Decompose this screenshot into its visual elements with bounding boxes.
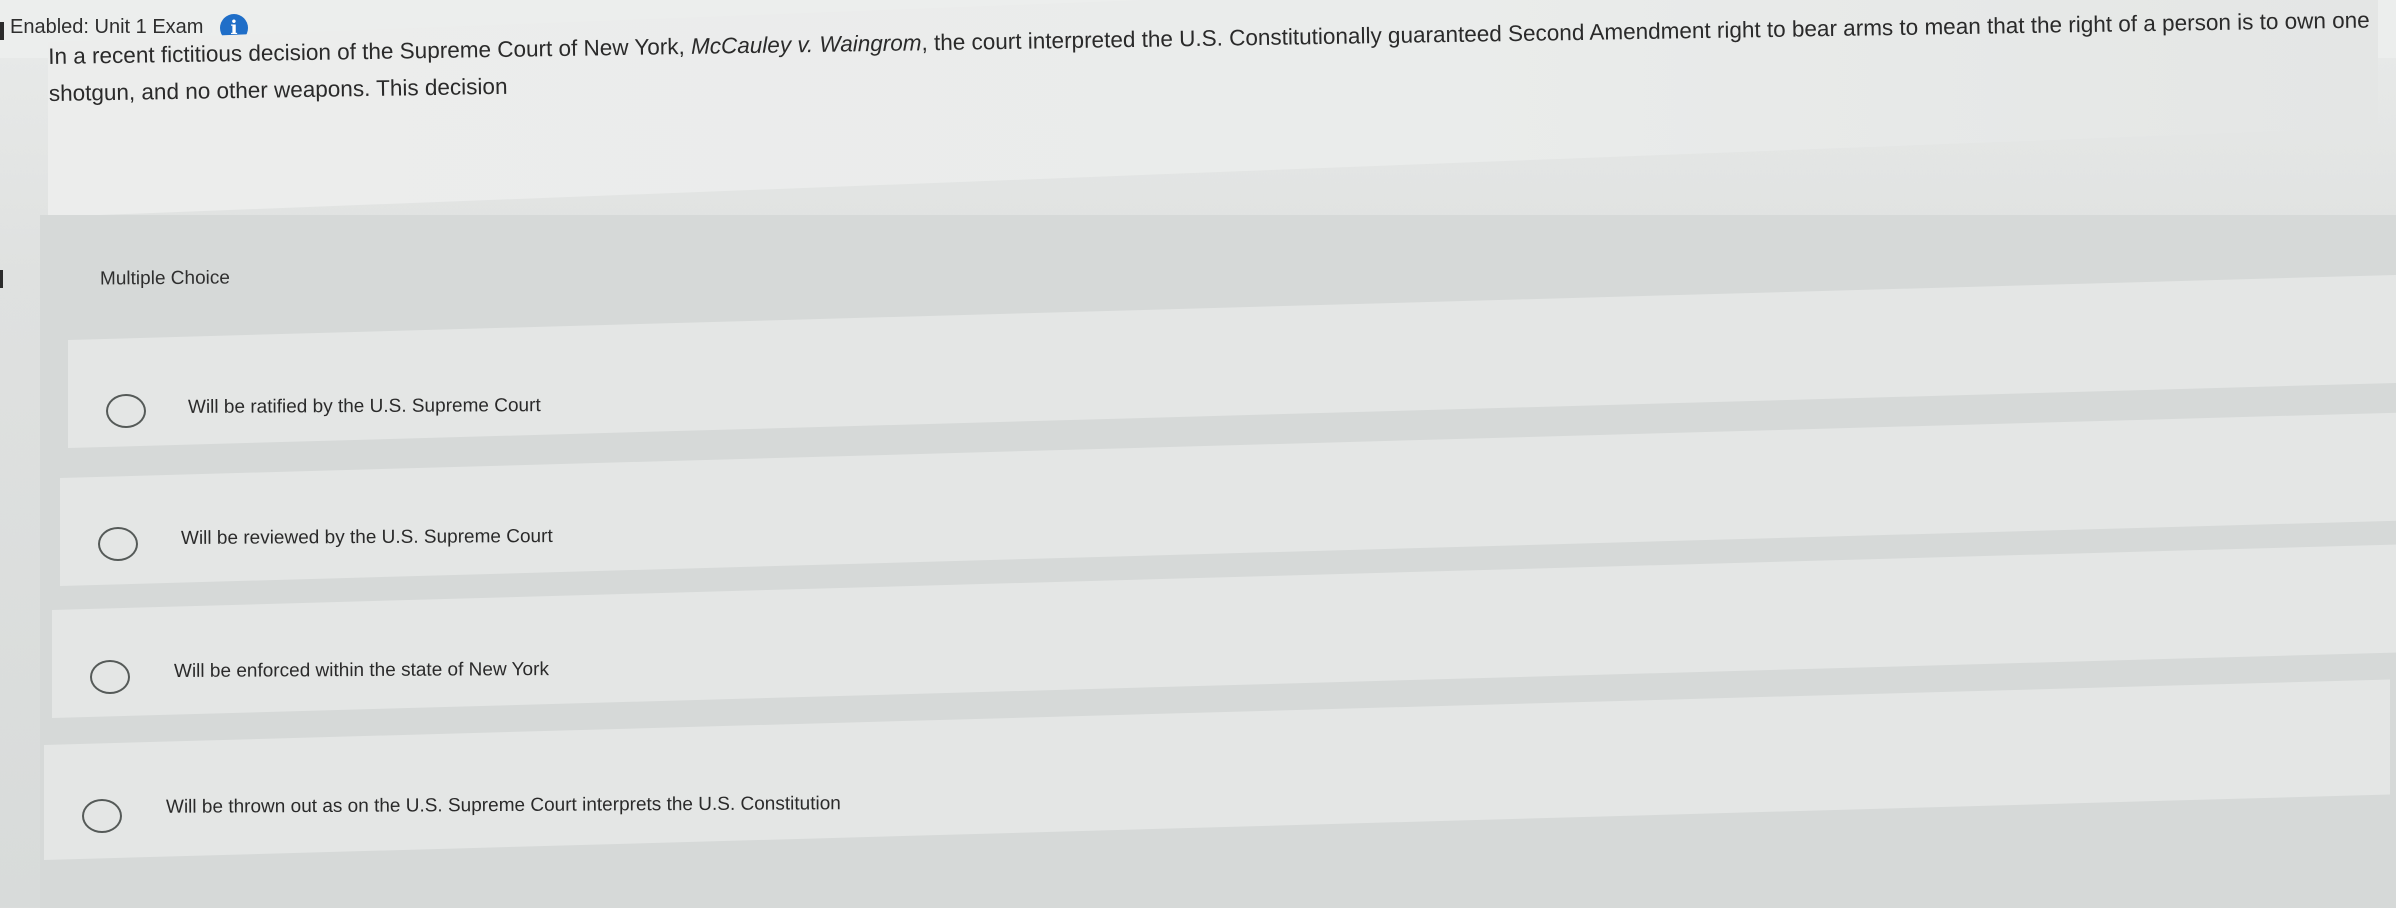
radio-button-option-3[interactable] [90,660,130,694]
question-type-label: Multiple Choice [99,267,230,290]
answer-option-label[interactable]: Will be ratified by the U.S. Supreme Cou… [188,395,541,419]
answer-option-label[interactable]: Will be thrown out as on the U.S. Suprem… [166,793,841,819]
case-name: McCauley v. Waingrom [690,30,922,59]
answer-option-label[interactable]: Will be enforced within the state of New… [174,659,549,683]
left-edge-marker [0,270,3,288]
radio-button-option-1[interactable] [106,394,146,428]
question-text-before: In a recent fictitious decision of the S… [48,33,692,69]
edge-marker [0,22,4,40]
radio-button-option-2[interactable] [98,527,138,561]
answer-option-label[interactable]: Will be reviewed by the U.S. Supreme Cou… [181,526,553,550]
radio-button-option-4[interactable] [82,799,122,833]
